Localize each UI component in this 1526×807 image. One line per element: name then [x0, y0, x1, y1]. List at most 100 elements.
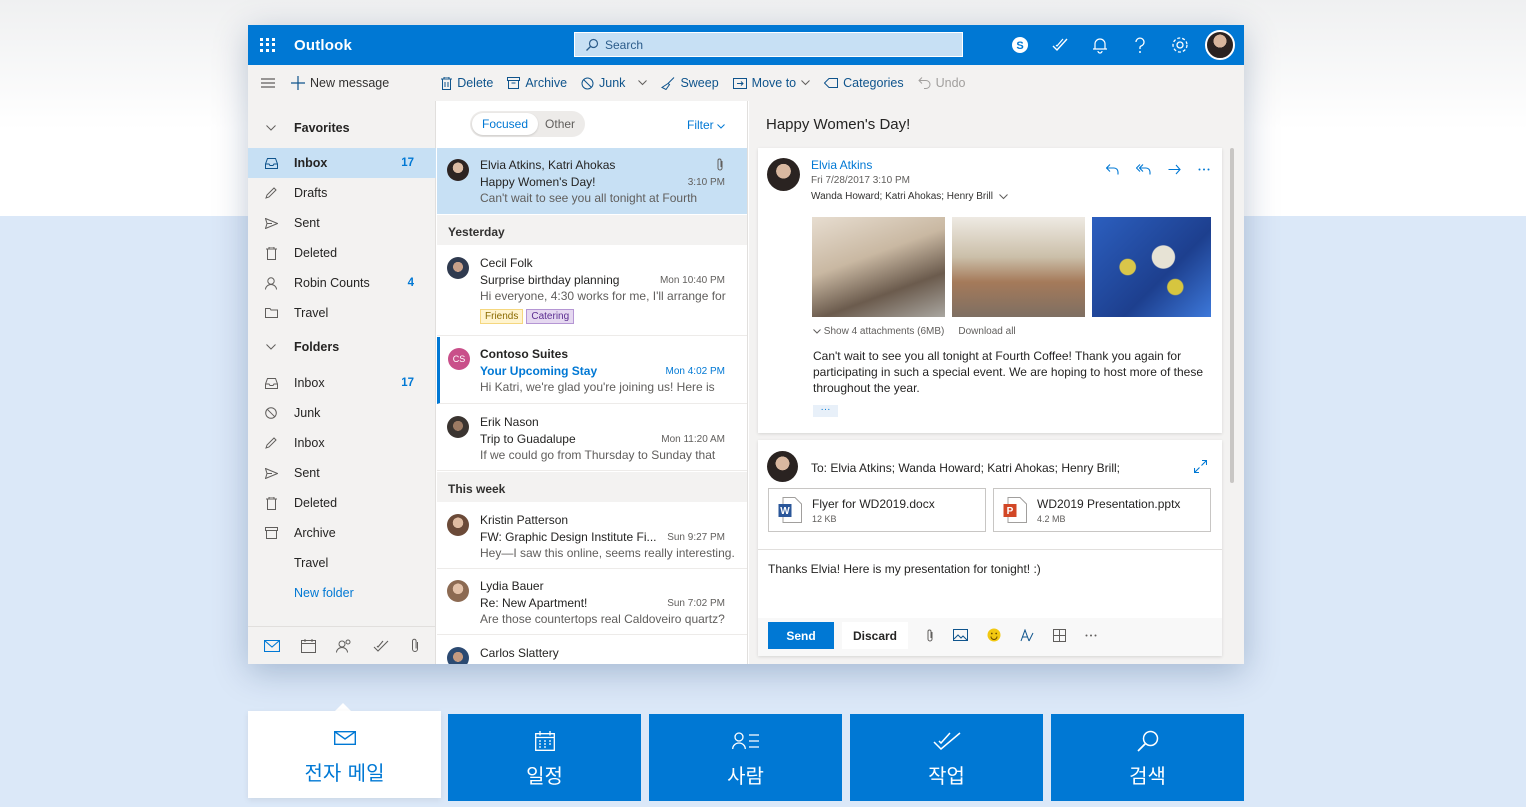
chevron-down-icon — [801, 80, 810, 86]
categories-button[interactable]: Categories — [824, 76, 904, 90]
tasks-icon[interactable] — [373, 640, 389, 652]
todo-icon[interactable] — [1040, 25, 1080, 65]
folder-item-archive[interactable]: Archive — [248, 518, 436, 548]
filter-button[interactable]: Filter — [687, 118, 725, 132]
attachment-docx[interactable]: W Flyer for WD2019.docx 12 KB — [768, 488, 986, 532]
message-item-unread[interactable]: CS Contoso Suites Your Upcoming Stay Mon… — [437, 337, 747, 404]
discard-button[interactable]: Discard — [842, 622, 908, 649]
attachment-size: 12 KB — [812, 513, 837, 524]
emoji-icon[interactable] — [987, 628, 1001, 642]
people-icon[interactable] — [336, 639, 352, 653]
unread-count: 17 — [401, 157, 414, 169]
reply-icon[interactable] — [1106, 164, 1119, 175]
search-icon — [586, 38, 599, 51]
attach-icon[interactable] — [926, 629, 934, 642]
folder-item-sent[interactable]: Sent — [248, 458, 436, 488]
sender-name[interactable]: Elvia Atkins — [811, 158, 872, 172]
message-item[interactable]: Carlos Slattery — [437, 636, 747, 664]
chevron-down-icon[interactable] — [999, 193, 1008, 200]
unread-count: 4 — [407, 277, 414, 289]
new-folder-link[interactable]: New folder — [248, 578, 436, 608]
nav-toggle-icon[interactable] — [261, 77, 275, 89]
attachment-summary: Show 4 attachments (6MB) Download all — [813, 326, 1016, 337]
message-preview: Are those countertops real Caldoveiro qu… — [480, 612, 725, 626]
mail-icon[interactable] — [264, 639, 281, 652]
calendar-icon[interactable] — [300, 638, 316, 653]
nav-item-label: Sent — [294, 216, 320, 230]
more-icon[interactable] — [1085, 634, 1097, 637]
send-button[interactable]: Send — [768, 622, 834, 649]
folder-item-inbox[interactable]: Inbox 17 — [248, 368, 436, 398]
favorites-header[interactable]: Favorites — [248, 113, 436, 143]
folder-item-junk[interactable]: Junk — [248, 398, 436, 428]
folders-header[interactable]: Folders — [248, 332, 436, 362]
format-icon[interactable] — [1020, 628, 1034, 642]
help-icon[interactable] — [1120, 25, 1160, 65]
nav-item-deleted[interactable]: Deleted — [248, 238, 436, 268]
feature-tab-people[interactable]: 사람 — [649, 714, 842, 801]
expand-icon[interactable] — [1194, 460, 1207, 473]
folder-item-deleted[interactable]: Deleted — [248, 488, 436, 518]
settings-gear-icon[interactable] — [1160, 25, 1200, 65]
inbox-icon — [264, 157, 278, 169]
bell-icon[interactable] — [1080, 25, 1120, 65]
sender-avatar — [447, 514, 469, 536]
nav-item-inbox[interactable]: Inbox 17 — [248, 148, 436, 178]
folder-item-travel[interactable]: Travel — [248, 548, 436, 578]
archive-button[interactable]: Archive — [507, 76, 567, 90]
tab-other[interactable]: Other — [538, 117, 582, 131]
app-launcher-icon[interactable] — [260, 38, 276, 52]
scrollbar[interactable] — [1230, 148, 1234, 483]
move-to-button[interactable]: Move to — [732, 76, 810, 90]
user-avatar[interactable] — [1200, 25, 1240, 65]
message-item-selected[interactable]: Elvia Atkins, Katri Ahokas Happy Women's… — [437, 148, 747, 214]
chevron-down-icon[interactable] — [638, 80, 648, 86]
message-item[interactable]: Kristin Patterson FW: Graphic Design Ins… — [437, 503, 747, 569]
block-icon — [265, 407, 277, 419]
show-more-button[interactable]: ··· — [813, 405, 838, 417]
table-icon[interactable] — [1053, 628, 1066, 642]
feature-tab-search[interactable]: 검색 — [1051, 714, 1244, 801]
attachment-photo-1[interactable] — [812, 217, 945, 317]
feature-tab-mail[interactable]: 전자 메일 — [248, 711, 441, 798]
delete-button[interactable]: Delete — [441, 76, 493, 90]
forward-icon[interactable] — [1168, 164, 1181, 175]
folder-pane: Favorites Inbox 17 Drafts Sent Deleted Ro… — [248, 101, 436, 664]
nav-item-robin-counts[interactable]: Robin Counts 4 — [248, 268, 436, 298]
message-item[interactable]: Lydia Bauer Re: New Apartment! Sun 7:02 … — [437, 569, 747, 635]
svg-text:P: P — [1007, 506, 1014, 517]
skype-icon[interactable]: S — [1000, 25, 1040, 65]
message-item[interactable]: Erik Nason Trip to Guadalupe Mon 11:20 A… — [437, 405, 747, 471]
search-box[interactable]: Search — [574, 32, 963, 57]
new-message-button[interactable]: New message — [291, 76, 389, 90]
nav-item-travel[interactable]: Travel — [248, 298, 436, 328]
image-icon[interactable] — [953, 629, 968, 641]
attachment-pptx[interactable]: P WD2019 Presentation.pptx 4.2 MB — [993, 488, 1211, 532]
show-attachments-link[interactable]: Show 4 attachments (6MB) — [813, 326, 944, 337]
to-recipients[interactable]: To: Elvia Atkins; Wanda Howard; Katri Ah… — [811, 461, 1120, 475]
junk-button[interactable]: Junk — [581, 76, 648, 90]
message-card: Elvia Atkins Fri 7/28/2017 3:10 PM Wanda… — [758, 148, 1222, 433]
feature-tab-calendar[interactable]: 일정 — [448, 714, 641, 801]
attachment-photo-2[interactable] — [952, 217, 1085, 317]
message-item[interactable]: Cecil Folk Surprise birthday planning Mo… — [437, 246, 747, 336]
more-icon[interactable] — [1198, 168, 1210, 171]
folder-item-inbox-2[interactable]: Inbox — [248, 428, 436, 458]
undo-button[interactable]: Undo — [917, 76, 965, 90]
message-time: 3:10 PM — [687, 177, 725, 188]
nav-item-drafts[interactable]: Drafts — [248, 178, 436, 208]
reply-body[interactable]: Thanks Elvia! Here is my presentation fo… — [768, 562, 1041, 576]
folders-label: Folders — [294, 340, 340, 354]
feature-tab-label: 사람 — [727, 764, 764, 788]
attachment-photo-3[interactable] — [1092, 217, 1211, 317]
download-all-link[interactable]: Download all — [958, 326, 1015, 337]
tab-focused[interactable]: Focused — [472, 113, 539, 135]
feature-tab-tasks[interactable]: 작업 — [850, 714, 1043, 801]
sweep-button[interactable]: Sweep — [661, 76, 719, 90]
message-subject: Surprise birthday planning — [480, 273, 620, 287]
tag-icon — [824, 78, 839, 88]
reply-all-icon[interactable] — [1136, 164, 1151, 175]
pencil-icon — [265, 437, 277, 449]
nav-item-sent[interactable]: Sent — [248, 208, 436, 238]
paperclip-icon[interactable] — [410, 638, 420, 653]
